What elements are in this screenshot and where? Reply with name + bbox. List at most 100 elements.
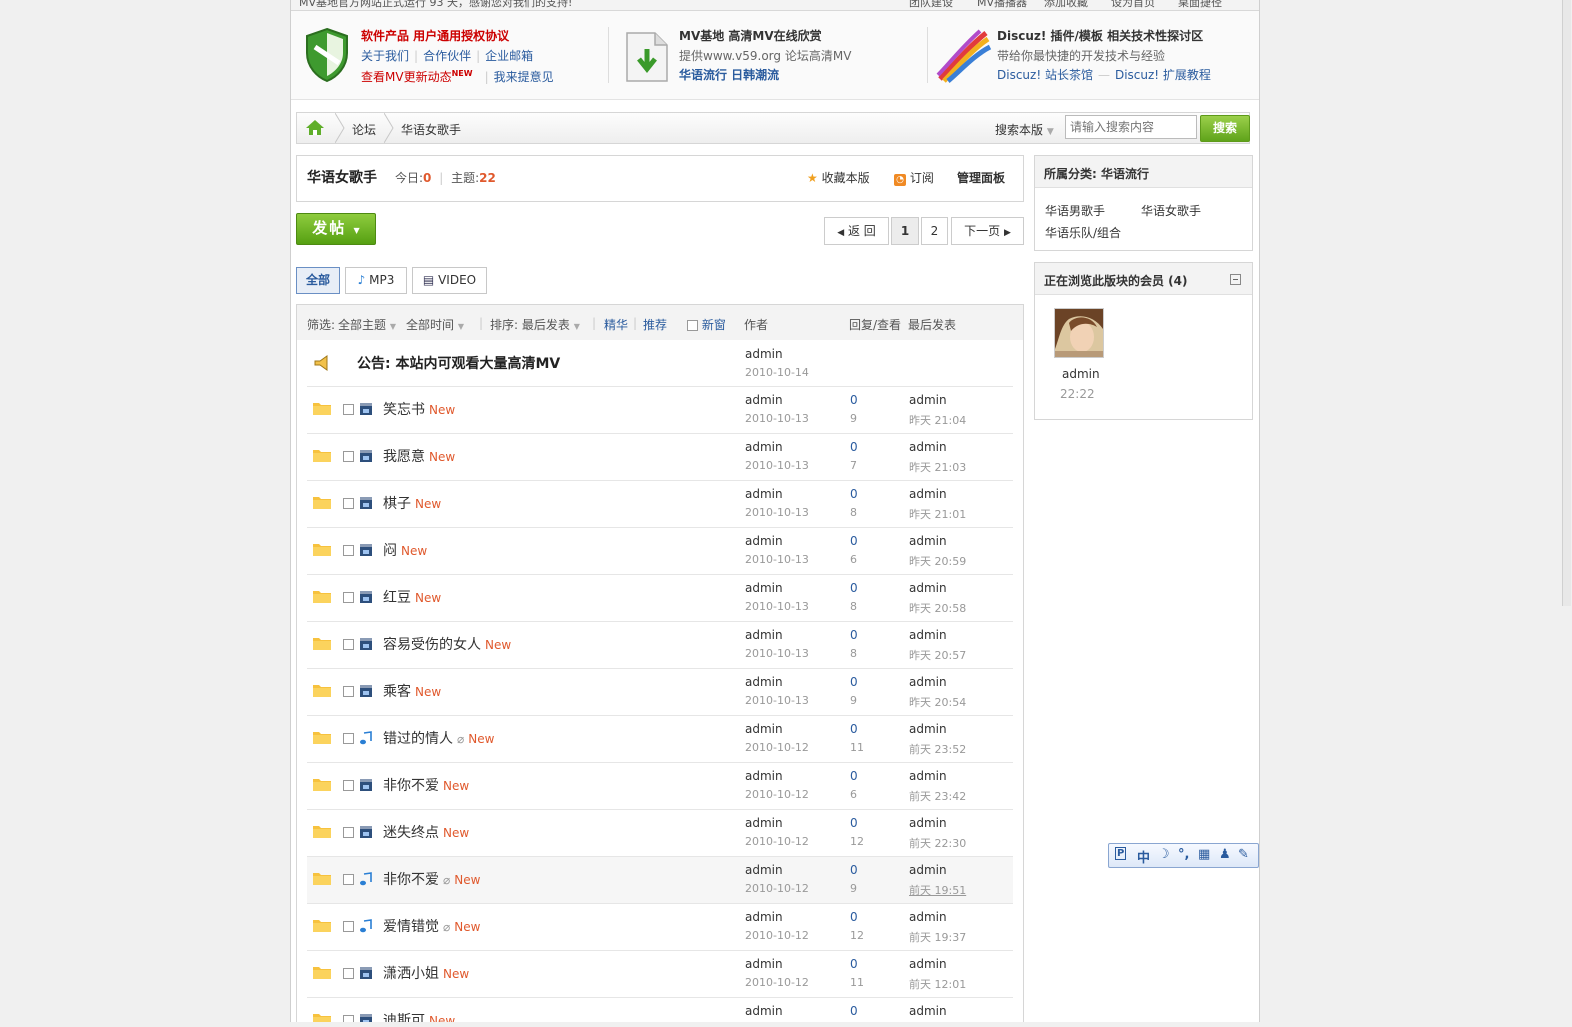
link-feedback[interactable]: 我来提意见 [494, 70, 554, 84]
pager-page-1[interactable]: 1 [891, 217, 919, 245]
row-checkbox[interactable] [343, 733, 354, 744]
top-link-desktop[interactable]: 桌面捷径 [1178, 0, 1222, 10]
last-post-time[interactable]: 昨天 20:58 [909, 600, 966, 616]
ime-moon-icon[interactable]: ☽ [1158, 847, 1170, 862]
last-post-user[interactable]: admin [909, 910, 947, 924]
reply-count[interactable]: 0 [850, 487, 858, 501]
thread-author[interactable]: admin [745, 863, 783, 877]
thread-author[interactable]: admin [745, 581, 783, 595]
link-mail[interactable]: 企业邮箱 [485, 49, 533, 63]
last-post-user[interactable]: admin [909, 487, 947, 501]
sort-select[interactable]: 排序: 最后发表 ▼ [490, 316, 580, 333]
ime-wrench-icon[interactable]: ✎ [1238, 847, 1249, 862]
last-post-time[interactable]: 昨天 20:59 [909, 553, 966, 569]
reply-count[interactable]: 0 [850, 816, 858, 830]
ime-user-icon[interactable]: ♟ [1219, 847, 1231, 862]
tab-mp3[interactable]: ♪ MP3 [345, 267, 407, 294]
row-checkbox[interactable] [343, 921, 354, 932]
last-post-time[interactable]: 昨天 21:01 [909, 506, 966, 522]
table-row[interactable]: 迪斯可 New admin 0 admin [307, 998, 1013, 1022]
row-checkbox[interactable] [343, 1015, 354, 1022]
reply-count[interactable]: 0 [850, 675, 858, 689]
last-post-time[interactable]: 前天 12:01 [909, 976, 966, 992]
last-post-user[interactable]: admin [909, 581, 947, 595]
table-row[interactable]: 潇洒小姐 New admin 2010-10-12 0 11 admin 前天 12:01 [307, 951, 1013, 998]
reply-count[interactable]: 0 [850, 957, 858, 971]
promo-license-title[interactable]: 软件产品 用户通用授权协议 [361, 27, 509, 44]
table-row[interactable]: 容易受伤的女人 New admin 2010-10-13 0 8 admin 昨天 20:57 [307, 622, 1013, 669]
link-teahouse[interactable]: Discuz! 站长茶馆 [997, 68, 1093, 82]
promo-mv-title[interactable]: MV基地 高清MV在线欣赏 [679, 27, 822, 44]
row-checkbox[interactable] [343, 968, 354, 979]
table-row[interactable]: 乘客 New admin 2010-10-13 0 9 admin 昨天 20:54 [307, 669, 1013, 716]
thread-title[interactable]: 乘客 [383, 684, 411, 700]
thread-author[interactable]: admin [745, 957, 783, 971]
thread-author[interactable]: admin [745, 910, 783, 924]
promo-discuz-title[interactable]: Discuz! 插件/模板 相关技术性探讨区 [997, 27, 1203, 44]
thread-author[interactable]: admin [745, 816, 783, 830]
ime-toolbar[interactable]: P 中 ☽ °, ▦ ♟ ✎ [1108, 843, 1259, 868]
table-row[interactable]: 闷 New admin 2010-10-13 0 6 admin 昨天 20:59 [307, 528, 1013, 575]
thread-author[interactable]: admin [745, 487, 783, 501]
row-checkbox[interactable] [343, 545, 354, 556]
top-link-homepage[interactable]: 设为首页 [1111, 0, 1155, 10]
filter-time-select[interactable]: 全部时间 ▼ [406, 316, 464, 333]
thread-title[interactable]: 容易受伤的女人 [383, 637, 481, 653]
last-post-time[interactable]: 前天 23:52 [909, 741, 966, 757]
thread-author[interactable]: admin [745, 722, 783, 736]
home-link[interactable] [297, 113, 333, 143]
row-checkbox[interactable] [343, 639, 354, 650]
thread-title[interactable]: 我愿意 [383, 449, 425, 465]
link-partners[interactable]: 合作伙伴 [423, 49, 471, 63]
row-checkbox[interactable] [343, 874, 354, 885]
reply-count[interactable]: 0 [850, 769, 858, 783]
tab-video[interactable]: ▤ VIDEO [412, 267, 487, 294]
table-row[interactable]: 爱情错觉 ⌀ New admin 2010-10-12 0 12 admin 前天 19:37 [307, 904, 1013, 951]
thread-title[interactable]: 爱情错觉 [383, 919, 439, 935]
subforum-male[interactable]: 华语男歌手 [1045, 202, 1105, 219]
checkbox[interactable] [687, 320, 698, 331]
member-name[interactable]: admin [1062, 367, 1100, 381]
top-link-team[interactable]: 团队建设 [909, 0, 953, 10]
pager-page-2[interactable]: 2 [921, 217, 948, 245]
last-post-time[interactable]: 昨天 21:03 [909, 459, 966, 475]
thread-author[interactable]: admin [745, 440, 783, 454]
table-row[interactable]: 棋子 New admin 2010-10-13 0 8 admin 昨天 21:01 [307, 481, 1013, 528]
pager-back-button[interactable]: ◀ 返 回 [824, 217, 889, 245]
favorite-forum-button[interactable]: ★ 收藏本版 [807, 169, 870, 186]
announcement-title[interactable]: 公告: 本站内可观看大量高清MV [357, 353, 560, 373]
collapse-icon[interactable] [1230, 274, 1241, 285]
reply-count[interactable]: 0 [850, 722, 858, 736]
link-updates[interactable]: 查看MV更新动态 [361, 70, 452, 84]
link-about[interactable]: 关于我们 [361, 49, 409, 63]
thread-title[interactable]: 迷失终点 [383, 825, 439, 841]
thread-title[interactable]: 迪斯可 [383, 1013, 425, 1022]
reply-count[interactable]: 0 [850, 1004, 858, 1018]
filter-topics-select[interactable]: 全部主题 ▼ [338, 316, 396, 333]
search-input[interactable] [1065, 115, 1197, 139]
last-post-time[interactable]: 前天 23:42 [909, 788, 966, 804]
table-row[interactable]: 错过的情人 ⌀ New admin 2010-10-12 0 11 admin 前天 23:52 [307, 716, 1013, 763]
thread-author[interactable]: admin [745, 675, 783, 689]
last-post-time[interactable]: 前天 22:30 [909, 835, 966, 851]
top-link-player[interactable]: MV播播器 [977, 0, 1027, 10]
thread-title[interactable]: 错过的情人 [383, 731, 453, 747]
thread-author[interactable]: admin [745, 393, 783, 407]
last-post-user[interactable]: admin [909, 863, 947, 877]
filter-recommend-link[interactable]: 推荐 [643, 318, 667, 332]
thread-title[interactable]: 非你不爱 [383, 872, 439, 888]
announcement-author[interactable]: admin [745, 347, 783, 361]
search-scope-select[interactable]: 搜索本版 ▼ [995, 121, 1054, 138]
last-post-user[interactable]: admin [909, 628, 947, 642]
last-post-user[interactable]: admin [909, 393, 947, 407]
last-post-user[interactable]: admin [909, 769, 947, 783]
table-row[interactable]: 笑忘书 New admin 2010-10-13 0 9 admin 昨天 21:04 [307, 387, 1013, 434]
thread-author[interactable]: admin [745, 1004, 783, 1018]
reply-count[interactable]: 0 [850, 910, 858, 924]
last-post-user[interactable]: admin [909, 722, 947, 736]
thread-title[interactable]: 闷 [383, 543, 397, 559]
tab-all[interactable]: 全部 [296, 267, 340, 294]
top-link-bookmark[interactable]: 添加收藏 [1044, 0, 1088, 10]
manage-panel-button[interactable]: 管理面板 [957, 169, 1005, 186]
last-post-time[interactable]: 昨天 20:57 [909, 647, 966, 663]
